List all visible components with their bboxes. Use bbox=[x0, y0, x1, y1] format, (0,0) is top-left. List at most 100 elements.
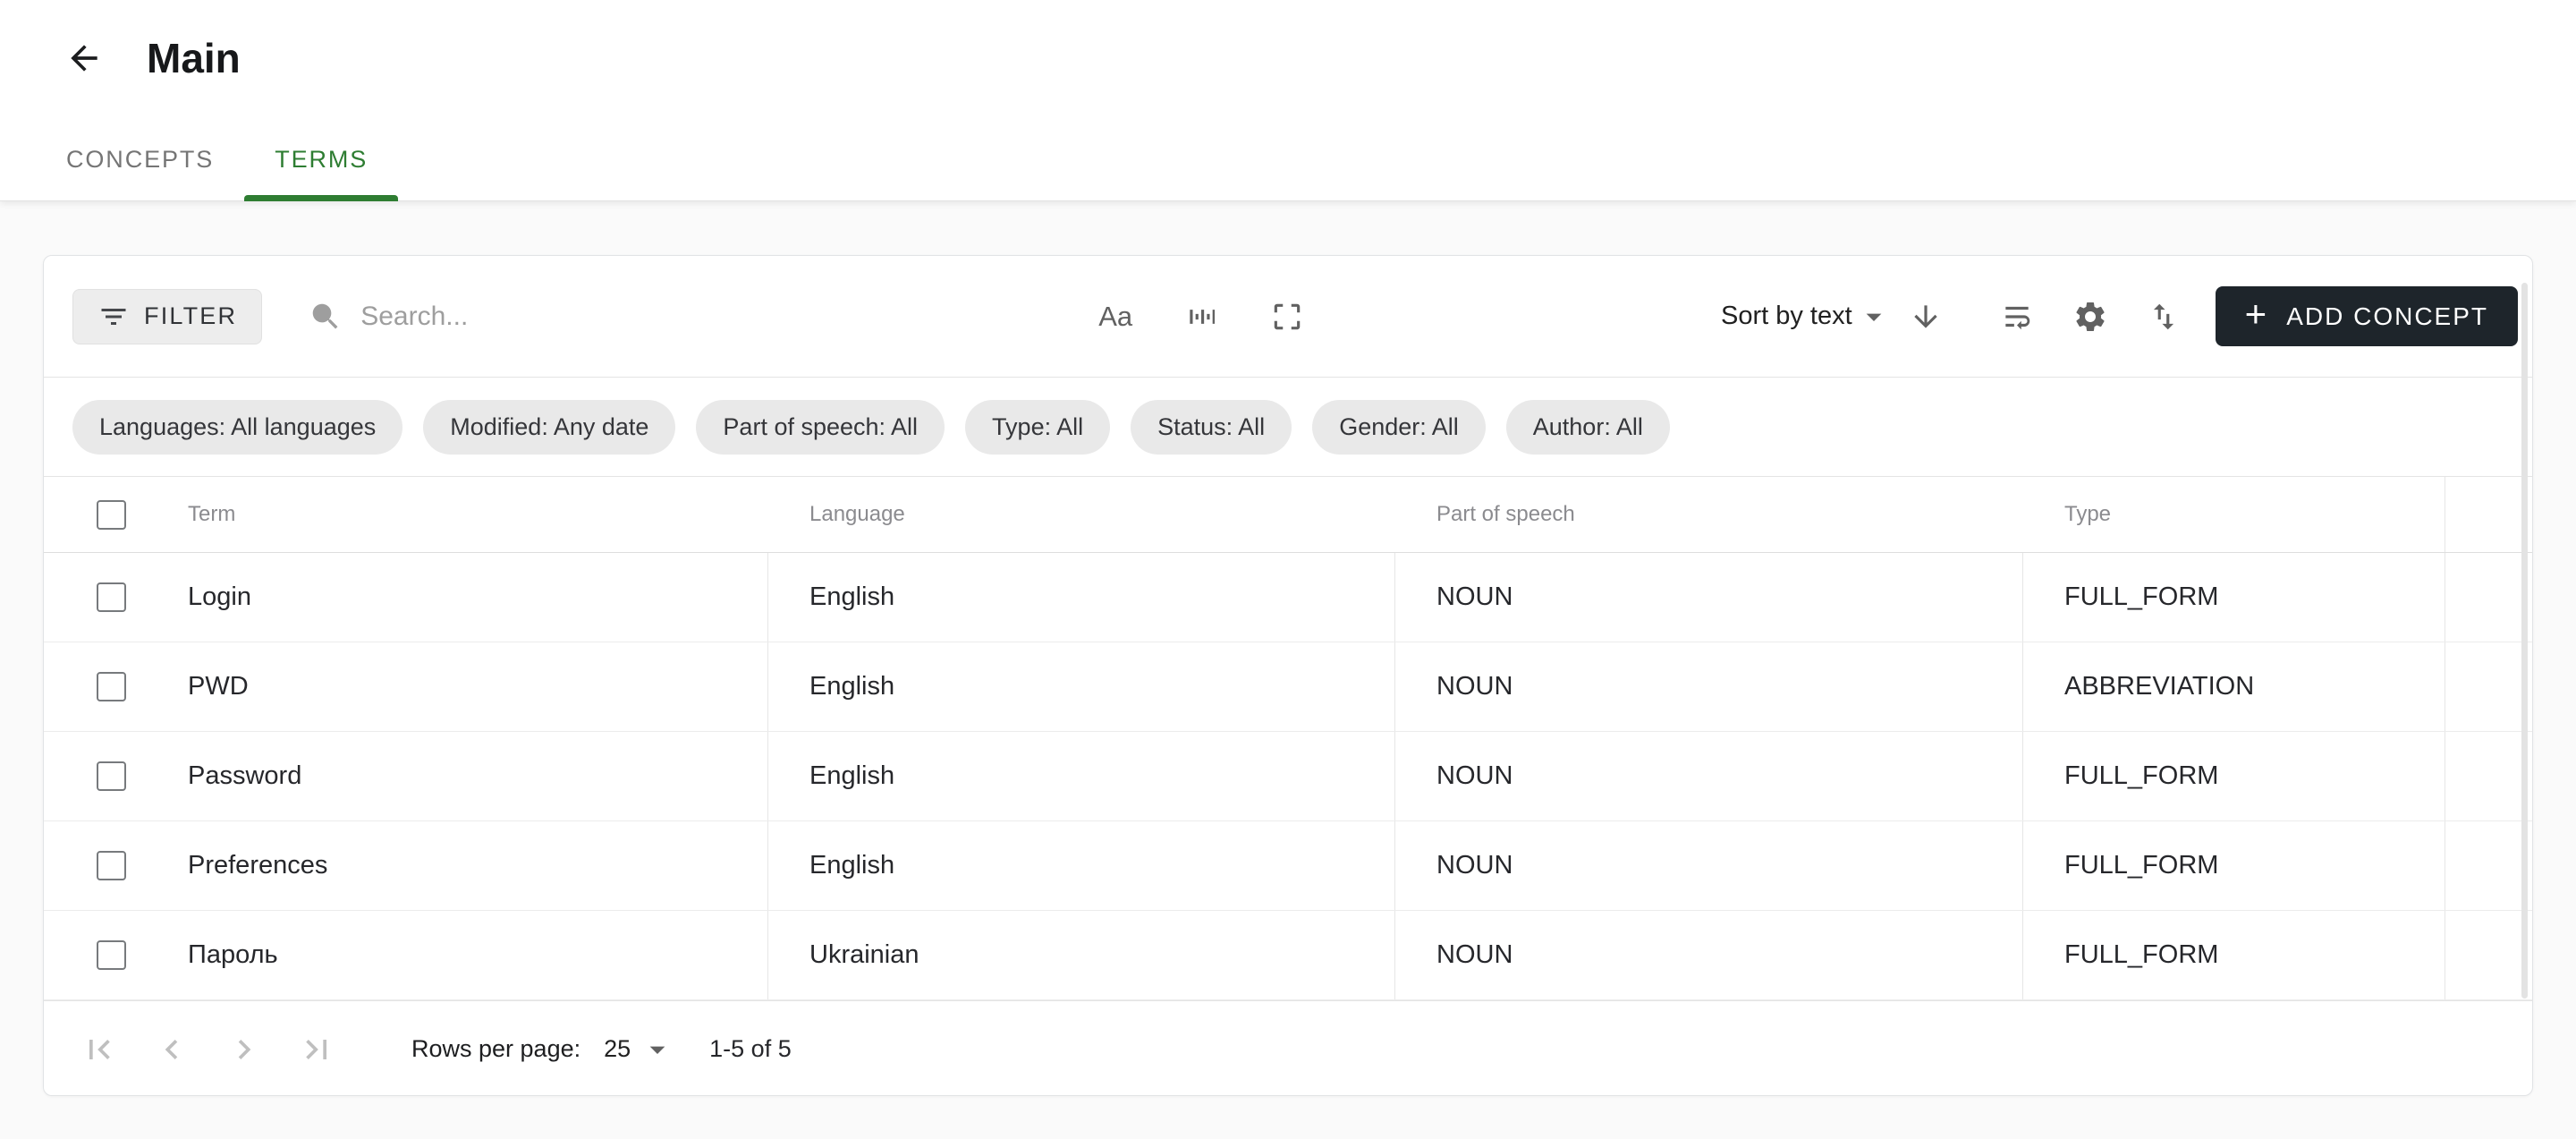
part-of-speech-cell: NOUN bbox=[1395, 642, 2023, 731]
vertical-scrollbar[interactable] bbox=[2521, 283, 2528, 999]
sort-by-label: Sort by text bbox=[1721, 302, 1852, 331]
header-top: Main bbox=[0, 0, 2576, 86]
term-text: Login bbox=[188, 582, 251, 612]
term-cell: Login bbox=[44, 553, 768, 642]
row-checkbox[interactable] bbox=[97, 851, 126, 880]
type-cell: FULL_FORM bbox=[2023, 821, 2445, 910]
extra-cell bbox=[2445, 553, 2532, 642]
first-page-button[interactable] bbox=[78, 1028, 121, 1071]
sort-by-dropdown[interactable]: Sort by text bbox=[1721, 299, 1892, 335]
match-case-button[interactable]: Aa bbox=[1090, 292, 1140, 342]
tab-concepts[interactable]: CONCEPTS bbox=[36, 117, 244, 201]
back-button[interactable] bbox=[59, 33, 109, 83]
language-cell: Ukrainian bbox=[768, 911, 1395, 999]
rows-per-page-value[interactable]: 25 bbox=[604, 1035, 631, 1063]
type-cell: FULL_FORM bbox=[2023, 732, 2445, 820]
search-options: Aa bbox=[1090, 292, 1312, 342]
column-header-type: Type bbox=[2023, 477, 2445, 552]
table-row[interactable]: Login English NOUN FULL_FORM bbox=[44, 553, 2532, 642]
table-row[interactable]: PWD English NOUN ABBREVIATION bbox=[44, 642, 2532, 732]
chip-modified[interactable]: Modified: Any date bbox=[423, 400, 675, 455]
extra-cell bbox=[2445, 732, 2532, 820]
chip-languages[interactable]: Languages: All languages bbox=[72, 400, 402, 455]
next-page-button[interactable] bbox=[223, 1028, 266, 1071]
language-cell: English bbox=[768, 732, 1395, 820]
extra-cell bbox=[2445, 642, 2532, 731]
filter-chips-row: Languages: All languages Modified: Any d… bbox=[44, 377, 2532, 477]
header-term-cell: Term bbox=[44, 477, 768, 552]
plus-icon: + bbox=[2245, 295, 2269, 333]
table-header-row: Term Language Part of speech Type bbox=[44, 477, 2532, 553]
term-text: PWD bbox=[188, 672, 249, 701]
last-page-button[interactable] bbox=[295, 1028, 338, 1071]
table-row[interactable]: Preferences English NOUN FULL_FORM bbox=[44, 821, 2532, 911]
type-cell: ABBREVIATION bbox=[2023, 642, 2445, 731]
term-text: Preferences bbox=[188, 851, 327, 880]
whole-word-button[interactable] bbox=[1176, 292, 1226, 342]
page-range-label: 1-5 of 5 bbox=[709, 1035, 792, 1063]
chevron-right-icon bbox=[225, 1030, 264, 1069]
filter-button-label: FILTER bbox=[144, 302, 237, 330]
terms-card: FILTER Aa bbox=[43, 255, 2533, 1096]
wrap-text-icon bbox=[2000, 300, 2034, 334]
search-box bbox=[309, 300, 1040, 334]
chevron-left-icon bbox=[152, 1030, 191, 1069]
arrow-down-icon bbox=[1909, 300, 1943, 334]
reorder-button[interactable] bbox=[2139, 292, 2189, 342]
toolbar-right-icons bbox=[1992, 292, 2189, 342]
select-all-checkbox[interactable] bbox=[97, 500, 126, 530]
type-cell: FULL_FORM bbox=[2023, 553, 2445, 642]
sort-direction-button[interactable] bbox=[1901, 292, 1951, 342]
term-text: Password bbox=[188, 761, 301, 791]
sort-caret-icon bbox=[1856, 299, 1892, 335]
column-header-term: Term bbox=[188, 502, 235, 527]
chip-status[interactable]: Status: All bbox=[1131, 400, 1292, 455]
part-of-speech-cell: NOUN bbox=[1395, 821, 2023, 910]
language-cell: English bbox=[768, 553, 1395, 642]
terms-table: Term Language Part of speech Type Login … bbox=[44, 477, 2532, 1000]
arrow-back-icon bbox=[64, 38, 104, 78]
add-concept-button[interactable]: + ADD CONCEPT bbox=[2216, 286, 2518, 346]
term-cell: Preferences bbox=[44, 821, 768, 910]
settings-button[interactable] bbox=[2065, 292, 2115, 342]
toolbar: FILTER Aa bbox=[44, 256, 2532, 377]
search-input[interactable] bbox=[360, 302, 1040, 332]
column-header-part-of-speech: Part of speech bbox=[1395, 477, 2023, 552]
chip-type[interactable]: Type: All bbox=[965, 400, 1110, 455]
table-row[interactable]: Пароль Ukrainian NOUN FULL_FORM bbox=[44, 911, 2532, 1000]
gear-icon bbox=[2072, 299, 2108, 335]
last-page-icon bbox=[297, 1030, 336, 1069]
chip-part-of-speech[interactable]: Part of speech: All bbox=[696, 400, 945, 455]
rows-per-page-label: Rows per page: bbox=[411, 1035, 580, 1063]
chip-gender[interactable]: Gender: All bbox=[1312, 400, 1486, 455]
page-title: Main bbox=[147, 34, 241, 82]
filter-button[interactable]: FILTER bbox=[72, 289, 262, 344]
row-checkbox[interactable] bbox=[97, 761, 126, 791]
tab-terms[interactable]: TERMS bbox=[244, 117, 398, 201]
language-cell: English bbox=[768, 821, 1395, 910]
selection-frame-button[interactable] bbox=[1262, 292, 1312, 342]
wrap-text-button[interactable] bbox=[1992, 292, 2042, 342]
crop-frame-icon bbox=[1270, 300, 1304, 334]
row-checkbox[interactable] bbox=[97, 672, 126, 701]
column-header-language: Language bbox=[768, 477, 1395, 552]
row-checkbox[interactable] bbox=[97, 940, 126, 970]
row-checkbox[interactable] bbox=[97, 582, 126, 612]
chip-author[interactable]: Author: All bbox=[1506, 400, 1670, 455]
term-cell: Пароль bbox=[44, 911, 768, 999]
app-header: Main CONCEPTS TERMS bbox=[0, 0, 2576, 201]
table-row[interactable]: Password English NOUN FULL_FORM bbox=[44, 732, 2532, 821]
first-page-icon bbox=[80, 1030, 119, 1069]
rows-per-page-caret-icon[interactable] bbox=[640, 1032, 675, 1067]
term-cell: PWD bbox=[44, 642, 768, 731]
column-header-extra bbox=[2445, 477, 2532, 552]
part-of-speech-cell: NOUN bbox=[1395, 911, 2023, 999]
rows-per-page: Rows per page: 25 bbox=[411, 1032, 675, 1067]
filter-icon bbox=[97, 301, 130, 333]
page-nav bbox=[78, 1028, 338, 1071]
type-cell: FULL_FORM bbox=[2023, 911, 2445, 999]
term-cell: Password bbox=[44, 732, 768, 820]
previous-page-button[interactable] bbox=[150, 1028, 193, 1071]
part-of-speech-cell: NOUN bbox=[1395, 553, 2023, 642]
content-area: FILTER Aa bbox=[0, 201, 2576, 1139]
